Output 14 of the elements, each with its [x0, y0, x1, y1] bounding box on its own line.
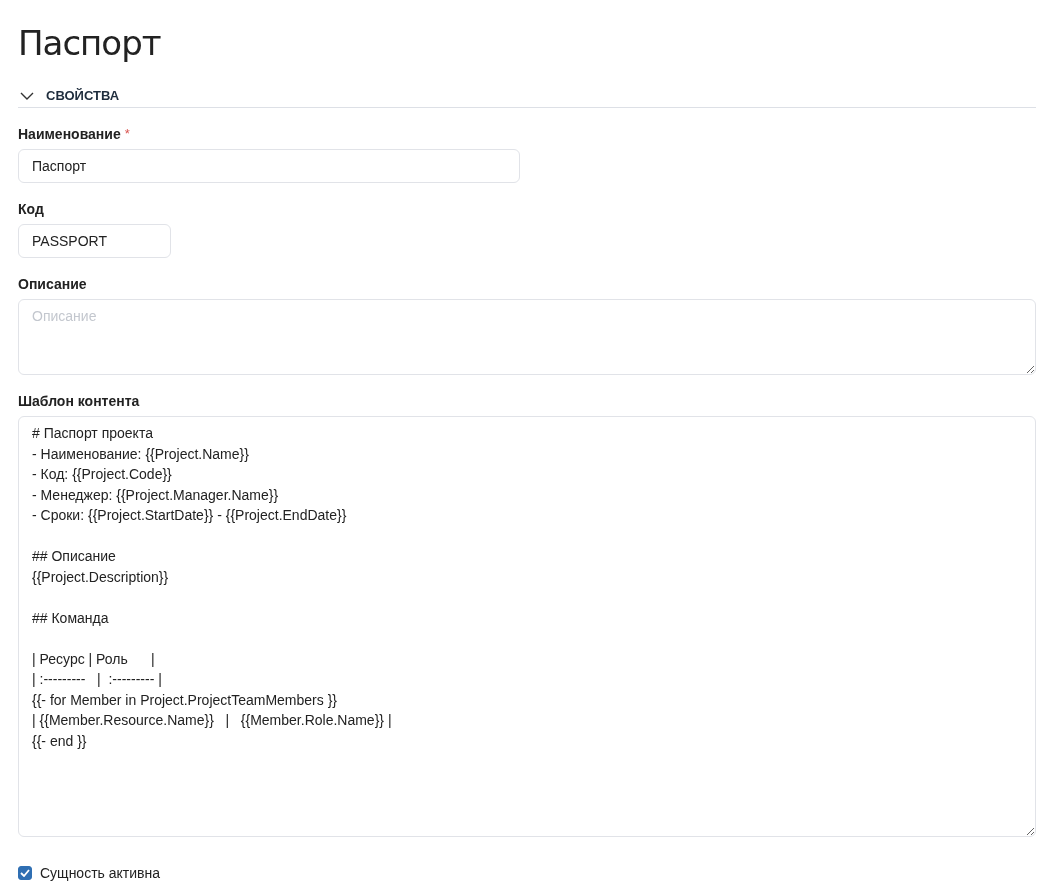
- text-area[interactable]: # Паспорт проекта - Наименование: {{Project.Name}} - Код: {{Project.Code}} - Менеджер: {{Project.Manager.Name}} - Сроки: {{Project.StartDate}} - {{Project.EndDate}} ## Описание {{Project.Description}} ## Команда | Ресурс | Роль | | :--------- | :--------- | {{- for Member in Project.ProjectTeamMembers }} | {{Member.Resource.Name}} | {{Member.Role.Name}} | {{- end }}: [18, 416, 1036, 837]
- field-label: Шаблон контента: [18, 393, 140, 409]
- page-title: Паспорт: [18, 22, 162, 65]
- text-area[interactable]: Описание: [18, 299, 1036, 375]
- field-label: Код: [18, 201, 44, 217]
- chevron-icon: [20, 91, 34, 100]
- section-header[interactable]: СВОЙСТВА: [18, 88, 1036, 108]
- text-input[interactable]: PASSPORT: [18, 224, 171, 258]
- field-label: Наименование: [18, 126, 121, 142]
- required-marker: *: [124, 126, 130, 142]
- text-input[interactable]: Паспорт: [18, 149, 520, 183]
- field-label: Описание: [18, 276, 87, 292]
- checkbox[interactable]: [18, 866, 32, 880]
- checkbox-label[interactable]: Сущность активна: [40, 865, 160, 881]
